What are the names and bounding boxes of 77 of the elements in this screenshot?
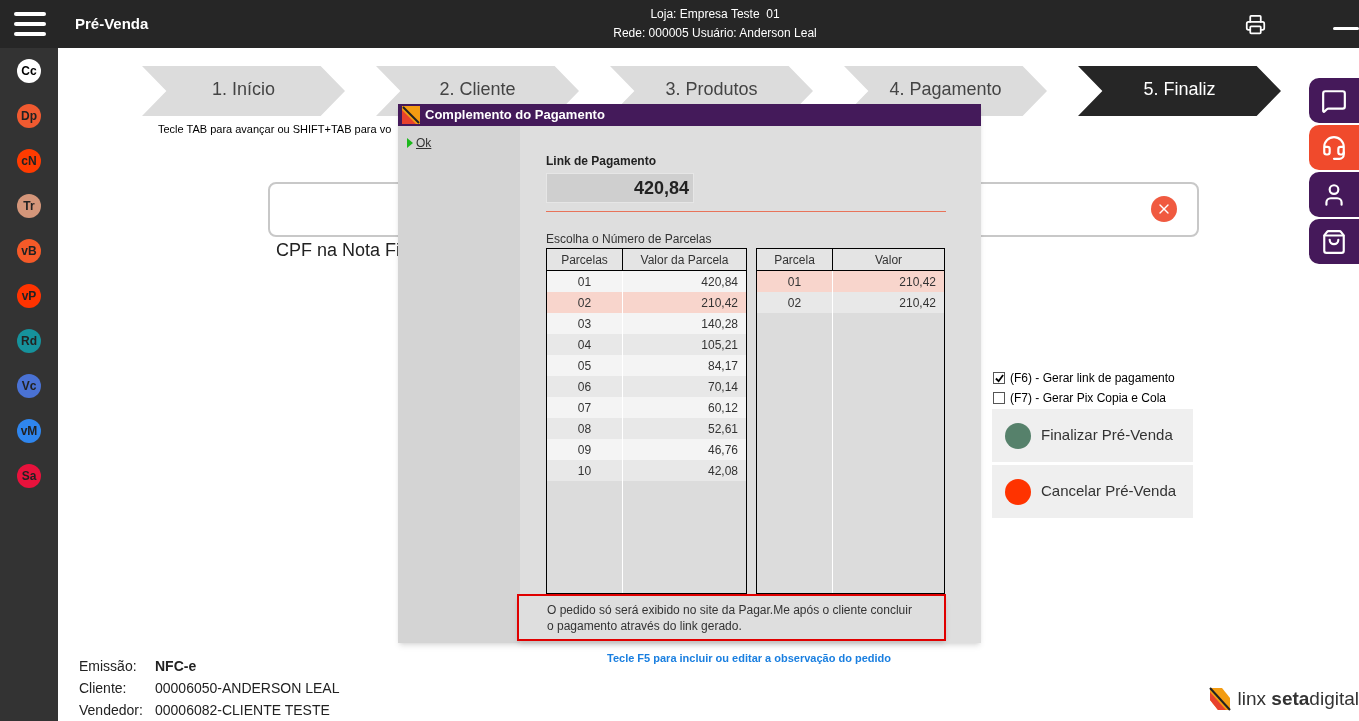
user-label: Rede: 000005 Usuário: Anderson Leal — [613, 25, 817, 42]
table-cell-text: 210,42 — [898, 294, 937, 312]
amount-field: 420,84 — [546, 173, 694, 203]
table-cell-text: 46,76 — [706, 441, 739, 459]
column-header[interactable]: Parcelas — [547, 249, 623, 270]
chat-icon — [1321, 87, 1347, 114]
brand-logo: linx setadigital — [1237, 686, 1359, 711]
table-row[interactable]: 02 210,42 — [757, 292, 944, 313]
table-row[interactable]: 03 140,28 — [547, 313, 746, 334]
shopping-bag-icon — [1321, 228, 1347, 255]
sidebar-item[interactable]: vB — [17, 239, 41, 263]
table-row[interactable]: 05 84,17 — [547, 355, 746, 376]
sidebar-item[interactable]: vM — [17, 419, 41, 443]
table-row[interactable]: 08 52,61 — [547, 418, 746, 439]
checkbox[interactable] — [993, 392, 1005, 404]
page-title: Pré-Venda — [75, 13, 149, 34]
table-row[interactable]: 09 46,76 — [547, 439, 746, 460]
sidebar-item[interactable]: vP — [17, 284, 41, 308]
table-row[interactable]: 06 70,14 — [547, 376, 746, 397]
minimize-icon[interactable] — [1333, 27, 1359, 30]
checkbox-label: (F7) - Gerar Pix Copia e Cola — [1010, 390, 1167, 407]
menu-icon[interactable] — [14, 11, 46, 37]
store-label: Loja: Empresa Teste 01 — [650, 6, 780, 23]
table-cell-text: 42,08 — [706, 462, 739, 480]
table-cell-text: 210,42 — [898, 273, 937, 291]
app-icon — [402, 106, 420, 124]
column-header[interactable]: Valor — [833, 249, 944, 270]
amount-label: Link de Pagamento — [546, 153, 658, 170]
sidebar-item[interactable]: Cc — [17, 59, 41, 83]
clear-icon[interactable] — [1151, 196, 1177, 223]
notice-box: O pedido só será exibido no site da Pagar.Me após o cliente concluir o pagamento através do link gerado. — [517, 594, 946, 641]
ok-button[interactable]: Ok — [407, 134, 432, 152]
info-value: 00006050-ANDERSON LEAL — [155, 678, 340, 698]
table-row[interactable]: 01 420,84 — [547, 271, 746, 292]
headset-icon — [1321, 134, 1347, 161]
table-cell-text: 52,61 — [706, 420, 739, 438]
table-cell: 02 — [757, 292, 833, 313]
logo-icon — [1207, 685, 1232, 712]
column-header[interactable]: Parcela — [757, 249, 833, 270]
table-row[interactable]: 10 42,08 — [547, 460, 746, 481]
sidebar-item[interactable]: Dp — [17, 104, 41, 128]
step-tab[interactable]: 1. Início — [142, 66, 345, 116]
action-button[interactable]: Finalizar Pré-Venda — [992, 409, 1193, 462]
table-cell-text: 105,21 — [700, 336, 739, 354]
table-row[interactable]: 04 105,21 — [547, 334, 746, 355]
table-cell-text: 84,17 — [706, 357, 739, 375]
play-icon — [407, 138, 413, 148]
installments-label: Escolha o Número de Parcelas — [546, 231, 713, 248]
column-header[interactable]: Valor da Parcela — [623, 249, 746, 270]
side-tab[interactable] — [1309, 219, 1359, 264]
table-row[interactable]: 02 210,42 — [547, 292, 746, 313]
info-label: Vendedor: — [79, 700, 144, 720]
checkbox[interactable] — [993, 372, 1005, 384]
info-label: Cliente: — [79, 678, 128, 698]
side-tab[interactable] — [1309, 78, 1359, 123]
step-tab[interactable]: 5. Finaliz — [1078, 66, 1281, 116]
table-cell-text: 70,14 — [706, 378, 739, 396]
sidebar-item[interactable]: Vc — [17, 374, 41, 398]
print-icon[interactable] — [1245, 13, 1266, 35]
table-cell: 10 — [547, 460, 623, 481]
sidebar-item[interactable]: Tr — [17, 194, 41, 218]
table-row[interactable]: 01 210,42 — [757, 271, 944, 292]
navigation-hint: Tecle TAB para avançar ou SHIFT+TAB para vo — [158, 122, 392, 137]
table-row[interactable]: 07 60,12 — [547, 397, 746, 418]
sidebar-item[interactable]: Rd — [17, 329, 41, 353]
info-label: Emissão: — [79, 656, 138, 676]
info-value: 00006082-CLIENTE TESTE — [155, 700, 330, 720]
action-button[interactable]: Cancelar Pré-Venda — [992, 465, 1193, 518]
table-cell-text: 420,84 — [700, 273, 739, 291]
sidebar-item[interactable]: cN — [17, 149, 41, 173]
info-value: NFC-e — [155, 656, 197, 676]
table-cell-text: 140,28 — [700, 315, 739, 333]
observation-hint: Tecle F5 para incluir ou editar a observação do pedido — [607, 651, 893, 666]
table-cell-text: 210,42 — [700, 294, 739, 312]
checkbox-label: (F6) - Gerar link de pagamento — [1010, 370, 1175, 387]
side-tab[interactable] — [1309, 172, 1359, 217]
table-cell-text: 60,12 — [706, 399, 739, 417]
